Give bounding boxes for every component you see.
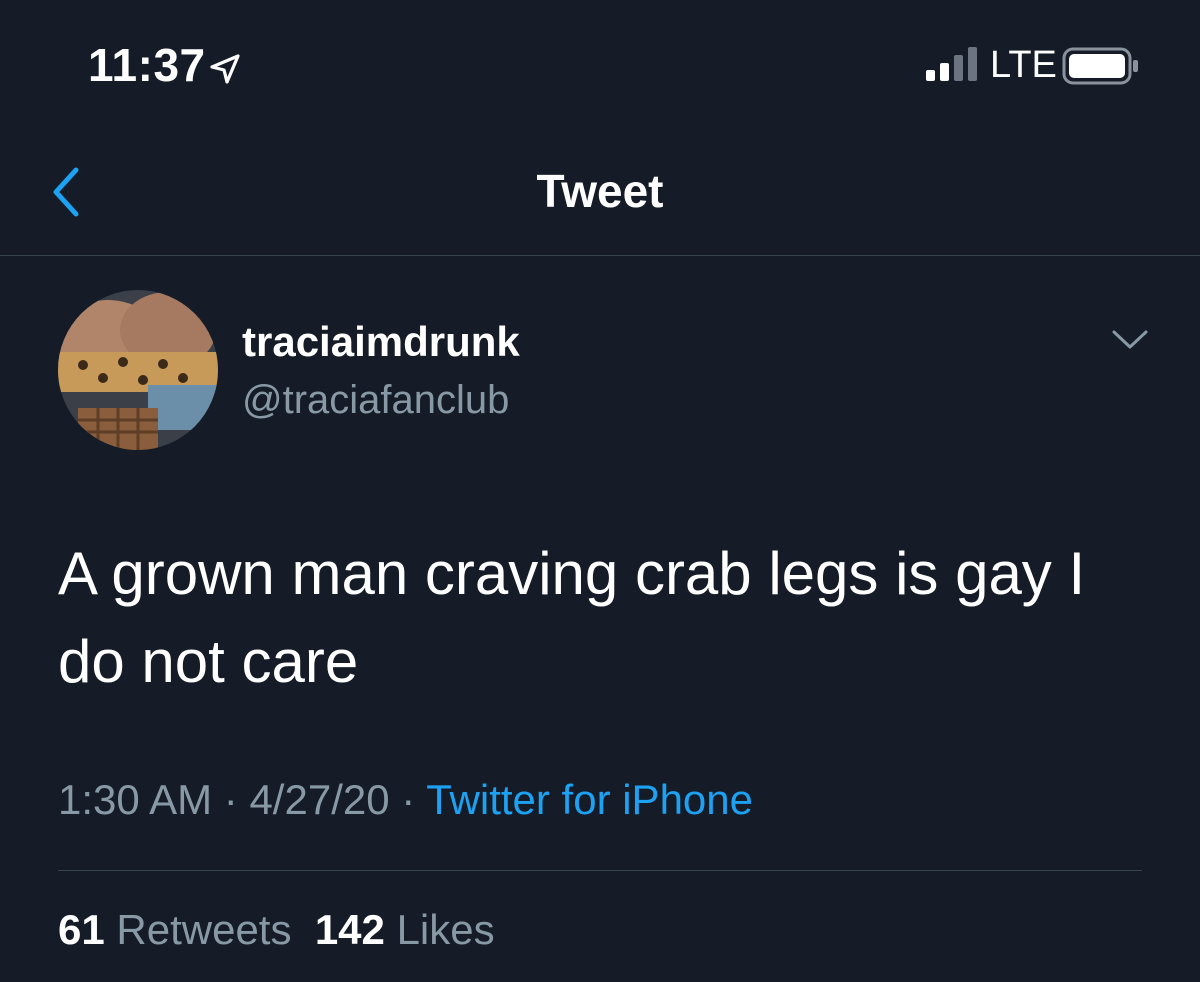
tweet-detail-screen: 11:37 LTE Tweet traciaimdrunk @traciafan…: [0, 0, 1200, 982]
status-time: 11:37: [88, 39, 206, 91]
cellular-signal-icon: [926, 47, 977, 81]
chevron-down-icon: [1112, 330, 1148, 349]
battery-icon: [1062, 47, 1138, 85]
tweet-date: 4/27/20: [249, 776, 390, 823]
meta-separator: ·: [223, 776, 238, 823]
tweet-source-link[interactable]: Twitter for iPhone: [426, 776, 753, 823]
user-handle[interactable]: @traciafanclub: [242, 378, 509, 423]
likes-label: Likes: [396, 906, 495, 953]
display-name[interactable]: traciaimdrunk: [242, 318, 520, 366]
meta-separator: ·: [401, 776, 416, 823]
likes-stat[interactable]: 142 Likes: [315, 906, 495, 953]
header-divider: [0, 255, 1200, 256]
tweet-stats: 61 Retweets 142 Likes: [58, 906, 495, 954]
network-label: LTE: [990, 44, 1057, 86]
avatar[interactable]: [58, 290, 218, 450]
page-title: Tweet: [536, 165, 664, 217]
tweet-text: A grown man craving crab legs is gay I d…: [58, 540, 1086, 695]
retweets-stat[interactable]: 61 Retweets: [58, 906, 291, 953]
location-arrow-icon: [210, 54, 240, 84]
retweets-label: Retweets: [116, 906, 292, 953]
tweet-time: 1:30 AM: [58, 776, 213, 823]
meta-divider: [58, 870, 1142, 871]
retweets-count: 61: [58, 906, 105, 953]
tweet-meta: 1:30 AM · 4/27/20 · Twitter for iPhone: [58, 776, 753, 824]
tweet-options-button[interactable]: [1108, 322, 1152, 356]
likes-count: 142: [314, 906, 385, 953]
